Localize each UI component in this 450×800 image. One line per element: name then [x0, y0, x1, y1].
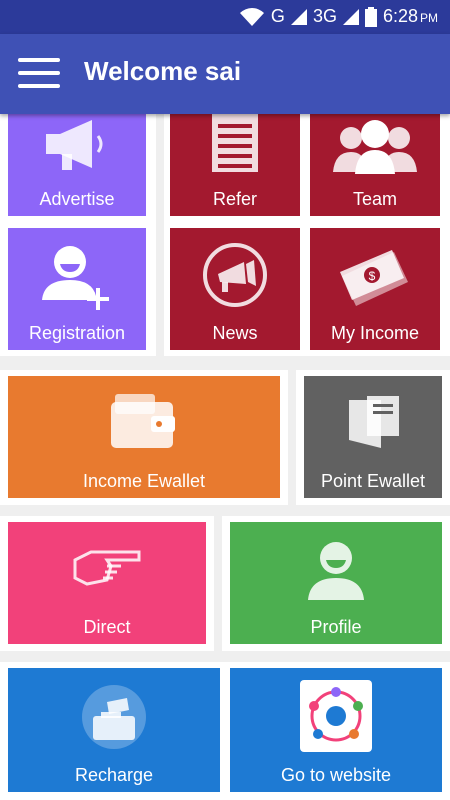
wifi-icon [239, 7, 264, 26]
tile-my-income[interactable]: $ My Income [310, 228, 440, 350]
tile-direct[interactable]: Direct [8, 522, 206, 644]
tile-profile[interactable]: Profile [230, 522, 442, 644]
status-bar: G 3G 6:28 PM [0, 0, 450, 34]
clock-ampm: PM [420, 11, 438, 25]
user-icon [308, 542, 364, 600]
pointing-hand-icon [73, 550, 141, 586]
tile-go-to-website[interactable]: Go to website [230, 668, 442, 792]
money-icon: $ [340, 250, 408, 306]
add-user-icon [42, 246, 109, 310]
tile-refer[interactable]: Refer [170, 114, 300, 216]
tile-recharge[interactable]: Recharge [8, 668, 220, 792]
tile-go-to-website-label: Go to website [280, 765, 392, 785]
tile-direct-label: Direct [83, 617, 131, 637]
network-type-g: G [270, 6, 285, 26]
tile-news-label: News [212, 323, 258, 343]
team-icon [333, 120, 417, 174]
signal-icon [290, 8, 307, 25]
battery-icon [364, 6, 377, 27]
recharge-card-icon [82, 685, 146, 749]
tile-point-ewallet[interactable]: Point Ewallet [304, 376, 442, 498]
clock: 6:28 PM [383, 6, 438, 27]
tile-income-ewallet-label: Income Ewallet [82, 471, 206, 491]
clock-time: 6:28 [382, 6, 418, 26]
megaphone-circle-icon [203, 243, 267, 307]
tile-my-income-label: My Income [330, 323, 420, 343]
website-globe-icon [300, 680, 372, 752]
tile-advertise-label: Advertise [39, 189, 115, 209]
app-bar: Welcome sai [0, 34, 450, 114]
hamburger-menu-icon[interactable] [18, 58, 60, 88]
wallet-card-icon [349, 396, 399, 448]
tile-advertise[interactable]: Advertise [8, 114, 146, 216]
tile-recharge-label: Recharge [74, 765, 154, 785]
tile-profile-label: Profile [310, 617, 362, 637]
tile-refer-label: Refer [212, 189, 257, 209]
page-title: Welcome sai [84, 56, 242, 86]
wallet-icon [111, 394, 175, 448]
megaphone-icon [46, 120, 103, 170]
network-type-3g: 3G [312, 6, 337, 26]
document-icon [212, 114, 258, 172]
tile-income-ewallet[interactable]: Income Ewallet [8, 376, 280, 498]
svg-text:$: $ [369, 269, 376, 283]
tile-team-label: Team [352, 189, 397, 209]
signal-icon-2 [342, 8, 359, 25]
tile-registration[interactable]: Registration [8, 228, 146, 350]
tile-news[interactable]: News [170, 228, 300, 350]
tile-team[interactable]: Team [310, 114, 440, 216]
tile-point-ewallet-label: Point Ewallet [320, 471, 426, 491]
tile-registration-label: Registration [28, 323, 126, 343]
